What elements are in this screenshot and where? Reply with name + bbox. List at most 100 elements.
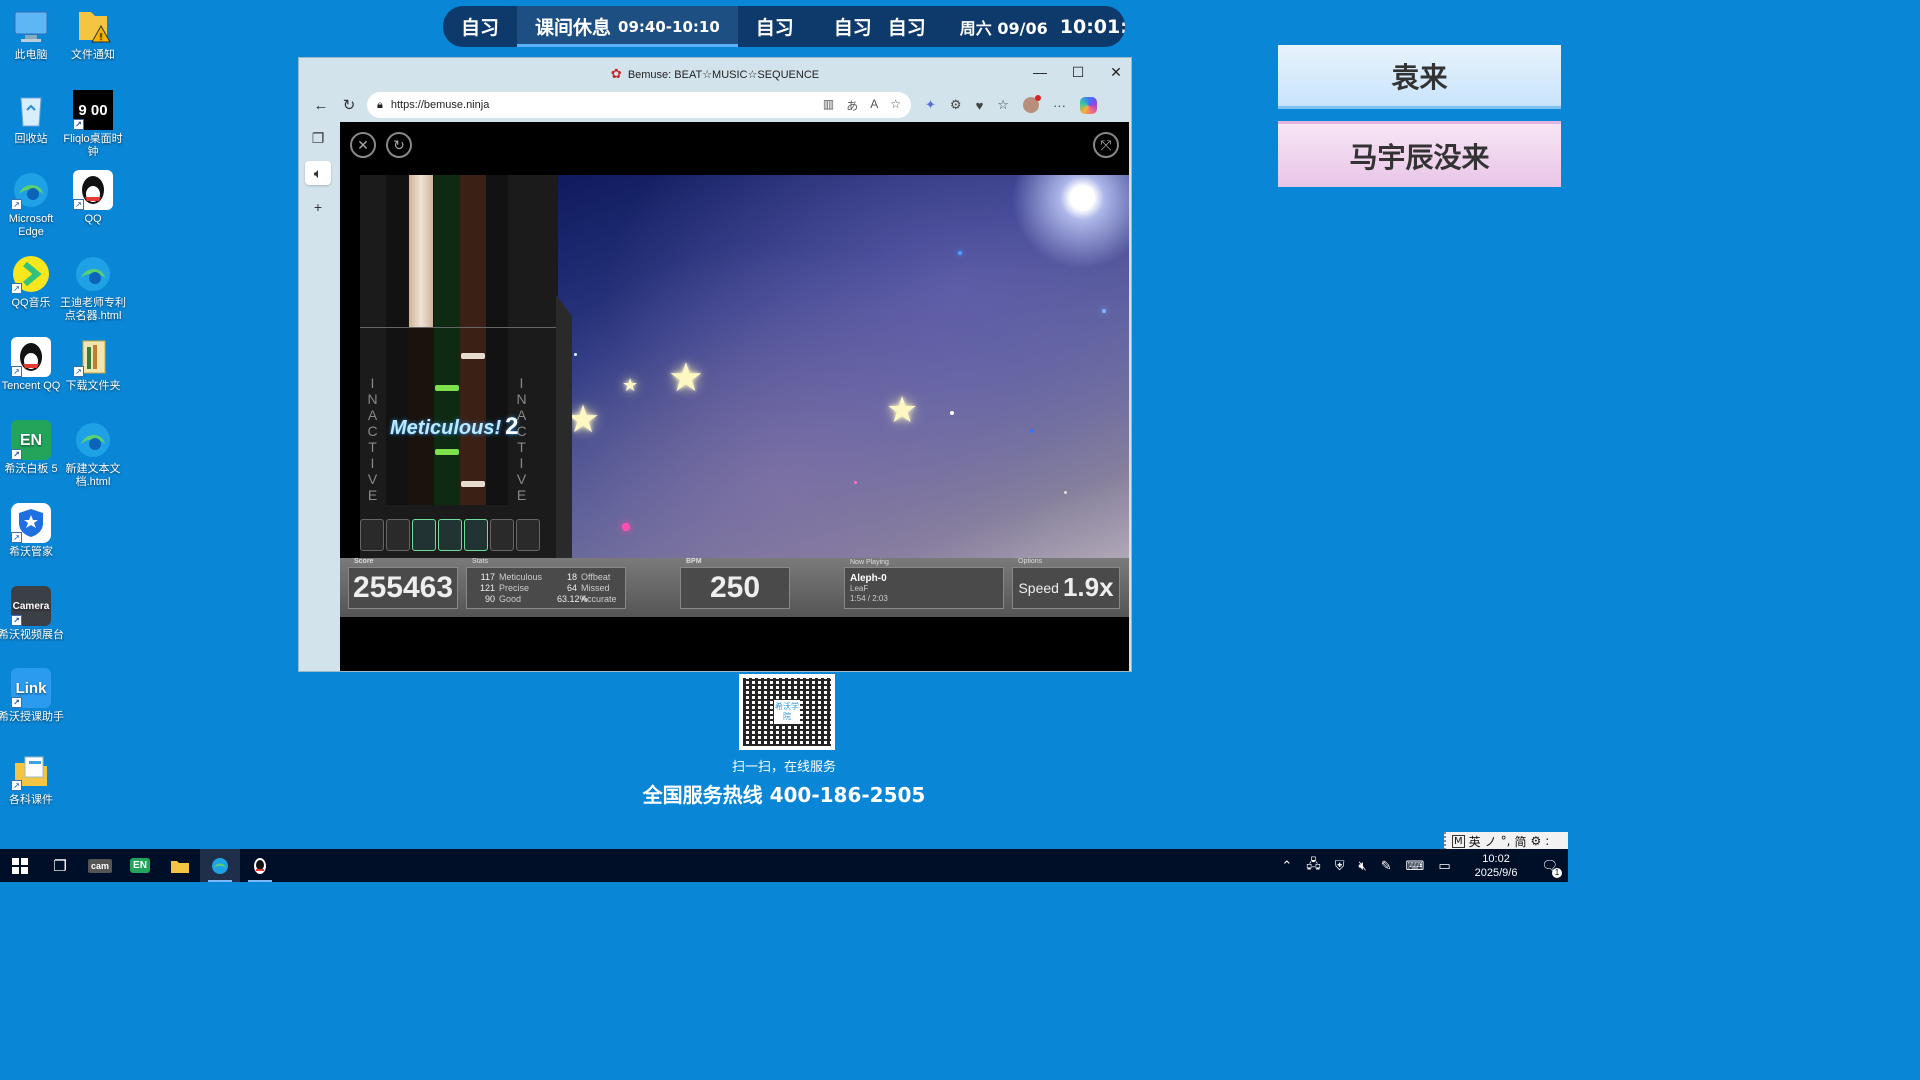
camera-icon: Camera ↗ (11, 586, 51, 626)
more-menu-icon[interactable]: ··· (1053, 98, 1066, 113)
start-button[interactable] (0, 849, 40, 882)
sound-icon[interactable]: 🔈︎ (305, 161, 331, 185)
desktop-icon-new-text-doc[interactable]: 新建文本文档.html (60, 420, 126, 489)
desktop-icon-fliqlo[interactable]: 9 00 ↗ Fliqlo桌面时钟 (60, 90, 126, 159)
note-lanes: INACTIVE INACTIVE Meticulous! 2 (360, 175, 558, 558)
taskbar-file-explorer-icon[interactable] (160, 849, 200, 882)
maximize-icon[interactable]: ☐ (1071, 64, 1085, 81)
display-icon[interactable]: ▭ (1438, 858, 1450, 874)
lane-key (412, 519, 436, 551)
judgement-line (360, 327, 558, 328)
translate-icon[interactable]: あ (846, 97, 858, 114)
tab-actions-icon[interactable]: ❐ (312, 130, 325, 147)
address-bar[interactable]: 🔒︎ https://bemuse.ninja ▥ あ A ☆ (367, 92, 911, 118)
touch-keyboard-icon[interactable]: ⌨ (1406, 858, 1425, 874)
glow-dot (1030, 429, 1034, 433)
lane-keys (360, 519, 540, 551)
url-text: https://bemuse.ninja (390, 99, 490, 111)
reader-view-icon[interactable]: ▥ (823, 97, 834, 114)
profile-avatar[interactable] (1022, 95, 1041, 113)
desktop-icon-qq[interactable]: ↗ QQ (60, 170, 126, 226)
desktop-icon-file-notice[interactable]: ! 文件通知 (60, 6, 126, 62)
desktop-icon-computer[interactable]: 此电脑 (0, 6, 64, 62)
ime-punctuation-icon[interactable]: °, (1501, 834, 1511, 848)
qq-music-icon: ↗ (11, 254, 51, 294)
task-view-icon[interactable]: ❐ (40, 849, 80, 882)
browser-sidebar: ❐ 🔈︎ + (299, 122, 337, 672)
notification-center-icon[interactable]: 🗨︎ 1 (1541, 858, 1562, 878)
desktop-icon-recycle-bin[interactable]: 回收站 (0, 90, 64, 146)
desktop-icon-download-folder[interactable]: ↗ 下载文件夹 (60, 337, 126, 393)
desktop-icon-name-picker[interactable]: 王迪老师专利点名器.html (60, 254, 126, 323)
ime-lang-toggle[interactable]: 英 (1469, 833, 1481, 850)
desktop-icon-tencent-qq[interactable]: ↗ Tencent QQ (0, 337, 64, 393)
desktop-icon-teaching-assistant[interactable]: Link ↗ 希沃授课助手 (0, 668, 64, 724)
ime-settings-icon[interactable]: ⚙ (1531, 834, 1542, 848)
read-aloud-icon[interactable]: A (870, 97, 878, 114)
favorite-star-icon[interactable]: ☆ (890, 97, 901, 114)
volume-muted-icon[interactable]: 🔇︎ (1358, 858, 1366, 874)
qr-code: 希沃学院 (739, 674, 835, 750)
edge-html-icon (73, 254, 113, 294)
extension-sparkle-icon[interactable]: ✦ (925, 97, 936, 113)
ime-more-icon[interactable]: : (1545, 834, 1549, 848)
favorites-icon[interactable]: ☆ (997, 97, 1009, 113)
desktop-icon-whiteboard[interactable]: EN ↗ 希沃白板 5 (0, 420, 64, 476)
desktop-icon-qq-music[interactable]: ↗ QQ音乐 (0, 254, 64, 310)
desktop-icon-video-booth[interactable]: Camera ↗ 希沃视频展台 (0, 586, 64, 642)
name-card-present[interactable]: 袁来 (1278, 45, 1561, 109)
show-hidden-icons-icon[interactable]: ⌃ (1281, 858, 1292, 874)
exit-game-icon[interactable]: ✕ (350, 132, 376, 158)
lane-key (360, 519, 384, 551)
security-shield-icon[interactable]: ⛨ (1335, 858, 1345, 874)
taskbar-camera-app-icon[interactable]: cam (80, 849, 120, 882)
star-decoration: ★ (886, 389, 919, 430)
copilot-icon[interactable] (1079, 96, 1097, 114)
desktop-icon-edge[interactable]: ↗ Microsoft Edge (0, 170, 64, 239)
qr-pattern: 希沃学院 (743, 678, 831, 746)
lane-5 (486, 175, 508, 505)
ime-mode-icon[interactable]: M (1452, 834, 1465, 848)
computer-icon (11, 6, 51, 46)
schedule-item-break: 课间休息 09:40-10:10 (517, 6, 738, 47)
lock-icon: 🔒︎ (377, 98, 383, 111)
taskbar-whiteboard-icon[interactable]: EN (120, 849, 160, 882)
star-decoration: ★ (622, 375, 639, 395)
fullscreen-icon[interactable]: ⤧ (1093, 132, 1119, 158)
schedule-item-1: 自习 (461, 17, 500, 39)
link-icon: Link ↗ (11, 668, 51, 708)
network-icon[interactable]: 🖧︎ (1306, 855, 1321, 877)
now-playing-box: Now Playing Aleph-0 LeaF 1:54 / 2:03 (844, 559, 1004, 609)
taskbar-qq-icon[interactable] (240, 849, 280, 882)
song-progress: 1:54 / 2:03 (850, 593, 888, 603)
pen-icon[interactable]: ✎ (1381, 858, 1392, 874)
minimize-icon[interactable]: — (1033, 64, 1047, 81)
extensions-icon[interactable]: ⚙ (950, 97, 962, 113)
bpm-value: 250 (709, 570, 761, 604)
ime-simplified-toggle[interactable]: 简 (1515, 833, 1527, 850)
lane-key (464, 519, 488, 551)
glow-dot (958, 251, 962, 255)
edge-html-icon (73, 420, 113, 460)
browser-toolbar: ← ↻ 🔒︎ https://bemuse.ninja ▥ あ A ☆ ✦ ⚙ … (299, 90, 1131, 120)
glow-dot (1064, 491, 1067, 494)
bemuse-game[interactable]: ✕ ↻ ⤧ ★ ★ ★ ★ I N A C T I V E I N A C T … (340, 122, 1129, 671)
schedule-datetime: 周六 09/06 10:01:47 (959, 15, 1125, 38)
note (461, 353, 485, 359)
browser-essentials-icon[interactable]: ♥ (976, 98, 984, 113)
taskbar-clock[interactable]: 10:02 2025/9/6 (1475, 852, 1518, 880)
add-icon[interactable]: + (314, 199, 322, 215)
score-box: Score 255463 (348, 558, 458, 609)
ime-half-width-icon[interactable]: ノ (1485, 833, 1497, 850)
qr-caption: 扫一扫，在线服务 (731, 760, 836, 775)
desktop-icon-seewo-manager[interactable]: ↗ 希沃管家 (0, 503, 64, 559)
taskbar-edge-icon[interactable] (200, 849, 240, 882)
refresh-icon[interactable]: ↻ (335, 96, 363, 114)
restart-game-icon[interactable]: ↻ (386, 132, 412, 158)
back-icon[interactable]: ← (307, 97, 335, 114)
name-card-absent[interactable]: 马宇辰没来 (1278, 121, 1561, 187)
close-icon[interactable]: ✕ (1109, 64, 1123, 81)
browser-window: ✿ Bemuse: BEAT☆MUSIC☆SEQUENCE — ☐ ✕ ← ↻ … (298, 57, 1132, 672)
schedule-item-5: 自习 (887, 17, 926, 39)
bemuse-favicon-icon: ✿ (610, 66, 622, 81)
